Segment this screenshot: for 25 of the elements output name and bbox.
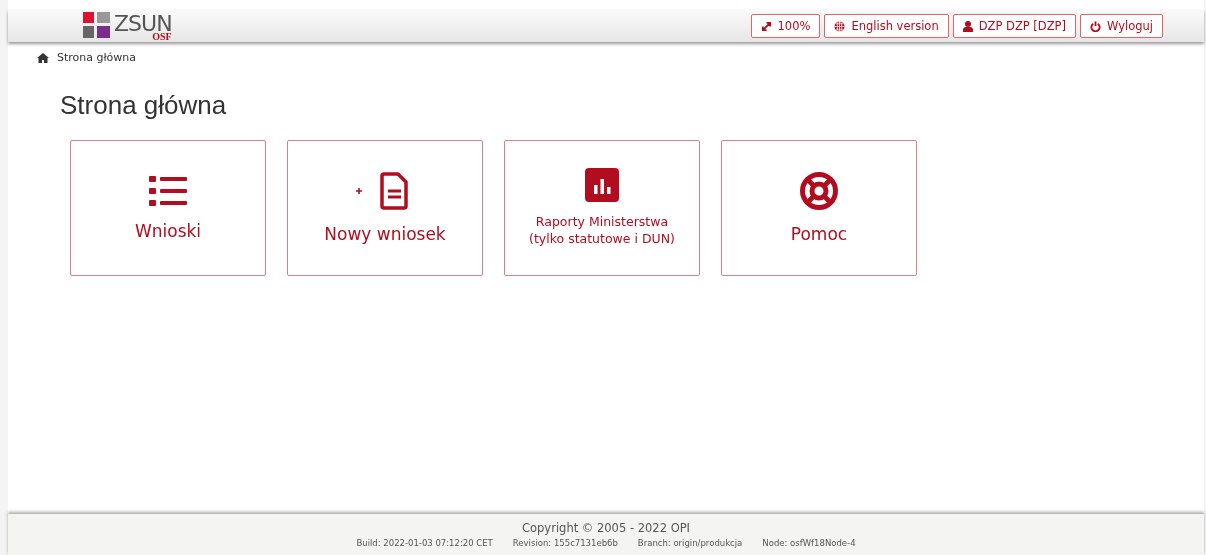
breadcrumb-link[interactable]: Strona główna <box>57 51 137 64</box>
page-title: Strona główna <box>60 90 228 121</box>
menu-tile[interactable]: Nowy wniosek <box>287 140 483 276</box>
lifebuoy-icon <box>800 172 838 210</box>
copyright-text: Copyright © 2005 - 2022 OPI <box>522 521 690 535</box>
globe-icon <box>834 20 846 32</box>
bar-chart-icon <box>585 168 619 203</box>
menu-tile[interactable]: Wnioski <box>70 140 266 276</box>
logout-button[interactable]: Wyloguj <box>1080 14 1163 38</box>
user-icon <box>962 20 973 32</box>
build-info: Branch: origin/produkcja <box>637 538 743 548</box>
user-button[interactable]: DZP DZP [DZP] <box>952 14 1076 38</box>
language-button[interactable]: English version <box>824 14 949 38</box>
home-icon <box>37 52 49 63</box>
build-info: Node: osfWf18Node-4 <box>762 538 856 548</box>
build-info: Build: 2022-01-03 07:12:20 CET <box>356 538 493 548</box>
logo-subtitle: OSF <box>152 32 172 42</box>
menu-tile[interactable]: Pomoc <box>721 140 917 276</box>
list-icon <box>149 175 187 207</box>
menu-tile[interactable]: Raporty Ministerstwa (tylko statutowe i DUN) <box>504 140 700 276</box>
zoom-button[interactable]: 100% <box>750 14 821 38</box>
logo-icon <box>83 11 111 39</box>
build-info: Revision: 155c7131eb6b <box>512 538 618 548</box>
resize-icon <box>760 20 772 32</box>
power-icon <box>1090 20 1101 32</box>
